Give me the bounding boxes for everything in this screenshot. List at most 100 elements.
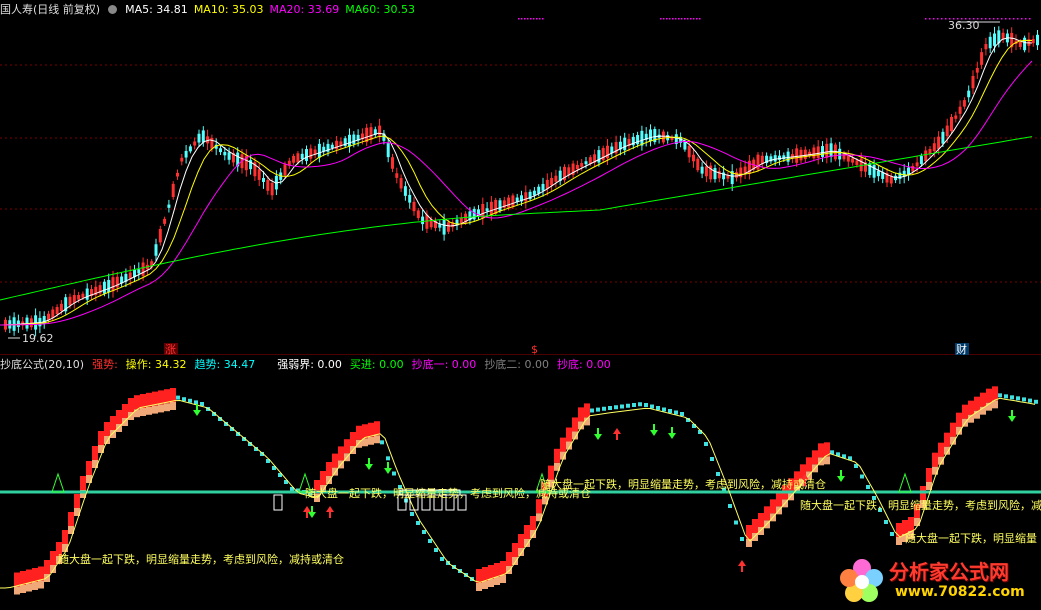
candle: [1023, 37, 1027, 51]
candle: [416, 210, 420, 219]
up-arrow-icon: [326, 506, 334, 518]
candle: [395, 173, 399, 178]
trend-dot: [998, 393, 1002, 398]
strong-bar: [524, 525, 530, 539]
down-arrow-icon: [365, 458, 373, 470]
indicator-name: 抄底公式(20,10): [0, 358, 85, 371]
trend-dot: [608, 406, 612, 410]
strong-bar: [938, 442, 944, 457]
strong-bar: [974, 396, 980, 411]
candle: [919, 156, 923, 165]
trend-dot: [650, 404, 654, 409]
marker-limit-up[interactable]: 涨: [165, 343, 176, 355]
indicator-legend: 抄底公式(20,10) 强势: 操作: 34.32 趋势: 34.47 强弱界:…: [0, 355, 611, 373]
strong-bar: [356, 425, 362, 440]
arrow-head: [193, 410, 201, 416]
candle: [266, 179, 270, 191]
candle: [227, 152, 231, 160]
candle: [821, 146, 824, 157]
strong-bar: [560, 437, 566, 452]
trend-dot: [416, 521, 420, 525]
candle: [378, 125, 382, 136]
candle: [386, 143, 390, 158]
candle: [507, 197, 511, 208]
trend-dot: [860, 474, 864, 479]
price-chart[interactable]: 36.30 19.62 涨 $ 财: [0, 0, 1041, 355]
candle: [872, 164, 876, 178]
candle: [51, 309, 55, 318]
down-arrow-icon: [837, 470, 845, 482]
arrow-head: [365, 464, 373, 470]
strong-bar: [38, 566, 44, 581]
candle: [201, 130, 205, 143]
trend-dot: [716, 472, 720, 476]
trend-dot: [728, 504, 732, 508]
tan-bar: [38, 580, 44, 589]
dot-marker: [684, 18, 686, 20]
candle: [167, 204, 171, 208]
candle: [855, 160, 859, 166]
high-price-label: 36.30: [948, 19, 980, 32]
candle: [924, 150, 928, 162]
trend-dot: [710, 457, 714, 461]
strong-bar: [98, 431, 104, 445]
dot-marker: [941, 18, 943, 20]
dot-marker: [672, 18, 674, 20]
candle: [184, 150, 188, 158]
candle: [636, 135, 640, 145]
candle: [988, 36, 992, 49]
candle: [163, 218, 167, 224]
strong-bar: [116, 410, 122, 424]
strong-bar: [92, 446, 98, 460]
dot-marker: [527, 18, 529, 20]
candle: [756, 154, 760, 170]
candle: [795, 148, 799, 163]
candle: [317, 143, 321, 158]
annotation-text: 随大盘一起下跌，明显缩量走势，考虑到风险，减持或清仓: [58, 552, 344, 566]
trend-dot: [704, 442, 708, 446]
down-arrow-icon: [384, 462, 392, 474]
trend-dot: [1034, 399, 1038, 404]
candle: [649, 129, 652, 142]
candle: [580, 162, 584, 167]
marker-finance[interactable]: 财: [956, 342, 967, 355]
trend-dot: [194, 400, 198, 405]
legend-boundary: 强弱界: 0.00: [277, 358, 342, 371]
trend-dot: [182, 397, 186, 402]
strong-bar: [500, 561, 506, 575]
candle: [111, 277, 115, 292]
candle: [915, 162, 919, 167]
strong-bar: [134, 395, 140, 410]
strong-bar: [536, 499, 542, 514]
strong-bar: [146, 392, 152, 407]
trend-dot: [620, 404, 624, 409]
dot-marker: [660, 18, 662, 20]
flower-logo-icon: [840, 559, 883, 602]
strong-bar: [926, 468, 932, 482]
candle: [309, 148, 313, 159]
tan-bar: [152, 405, 158, 414]
candle: [1031, 39, 1035, 44]
strong-bar: [14, 572, 20, 587]
candle: [584, 161, 588, 165]
candle: [597, 150, 601, 163]
arrow-head: [384, 468, 392, 474]
tan-bar: [164, 403, 170, 412]
trend-dot: [428, 539, 432, 543]
strong-bar: [374, 421, 380, 436]
legend-bottom: 抄底: 0.00: [557, 358, 611, 371]
strong-bar: [122, 404, 128, 418]
dot-marker: [533, 18, 535, 20]
marker-dividend[interactable]: $: [531, 343, 538, 355]
candle: [967, 90, 971, 98]
watermark: 分析家公式网 www.70822.com: [837, 556, 1037, 608]
dot-marker: [518, 18, 520, 20]
tan-bar: [158, 404, 164, 413]
strong-bar: [968, 400, 974, 415]
candle: [975, 67, 979, 73]
candle: [197, 133, 201, 143]
arrow-head: [650, 430, 658, 436]
strong-bar: [350, 432, 356, 446]
strong-bar: [338, 446, 344, 461]
strong-bar: [962, 404, 968, 419]
